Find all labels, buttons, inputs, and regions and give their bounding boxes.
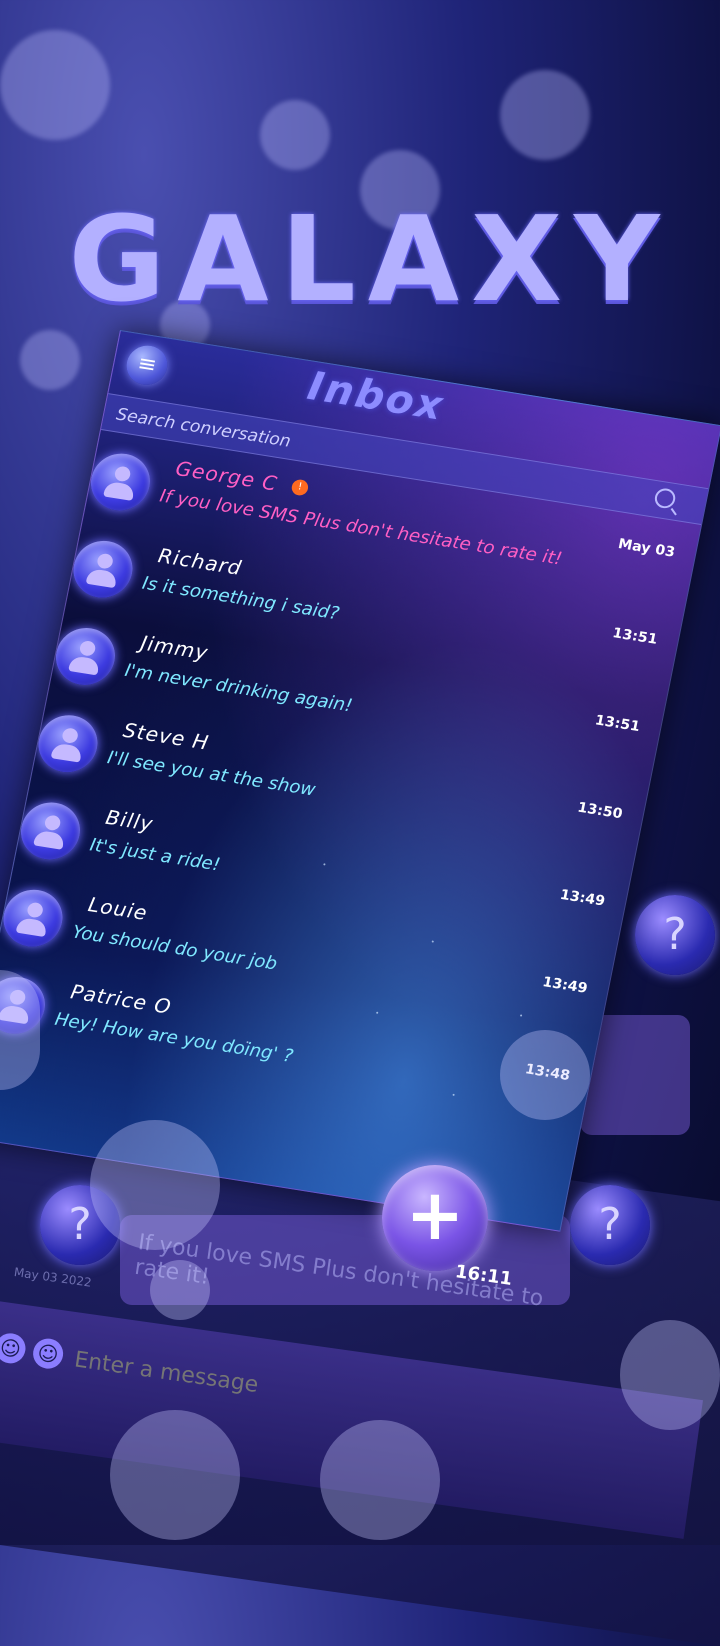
emoji-icon[interactable]: ☺	[0, 1331, 28, 1366]
contact-name: Louie	[86, 892, 150, 925]
bokeh-light	[620, 1320, 720, 1430]
bokeh-light	[20, 330, 80, 390]
message-preview: You should do your job	[70, 921, 279, 975]
bokeh-light	[260, 100, 330, 170]
message-preview: It's just a ride!	[87, 834, 222, 876]
avatar	[33, 711, 103, 777]
unread-badge: !	[290, 478, 310, 497]
message-time: 13:51	[593, 712, 642, 736]
avatar	[15, 798, 86, 864]
bokeh-light	[500, 1030, 590, 1120]
emoji-icon[interactable]: ☺	[31, 1336, 66, 1371]
avatar	[0, 885, 68, 951]
message-preview: Hey! How are you doing' ?	[52, 1009, 295, 1068]
message-time: 13:49	[558, 886, 607, 910]
compose-button[interactable]: +	[382, 1165, 488, 1271]
message-preview: I'm never drinking again!	[122, 660, 355, 717]
plus-icon: +	[405, 1174, 465, 1256]
hamburger-icon[interactable]: ≡	[123, 342, 171, 388]
bokeh-light	[150, 1260, 210, 1320]
avatar	[85, 449, 156, 515]
contact-name: Billy	[103, 805, 156, 836]
message-time: 13:50	[576, 799, 624, 823]
search-icon[interactable]	[653, 487, 678, 510]
galaxy-title: GALAXY	[68, 190, 672, 328]
message-preview: Is it something i said?	[140, 572, 341, 625]
contact-name: Jimmy	[138, 630, 211, 665]
bokeh-light	[90, 1120, 220, 1250]
message-time: May 03	[616, 536, 677, 561]
bokeh-light	[110, 1410, 240, 1540]
question-avatar-icon: ?	[635, 895, 715, 975]
message-time: 13:49	[541, 974, 589, 997]
avatar	[68, 536, 138, 603]
bokeh-light	[500, 70, 590, 160]
bokeh-light	[320, 1420, 440, 1540]
bokeh-light	[0, 30, 110, 140]
message-time: 13:51	[611, 625, 659, 648]
avatar	[50, 623, 121, 690]
message-preview: I'll see you at the show	[105, 747, 318, 801]
question-avatar-icon: ?	[570, 1185, 650, 1265]
